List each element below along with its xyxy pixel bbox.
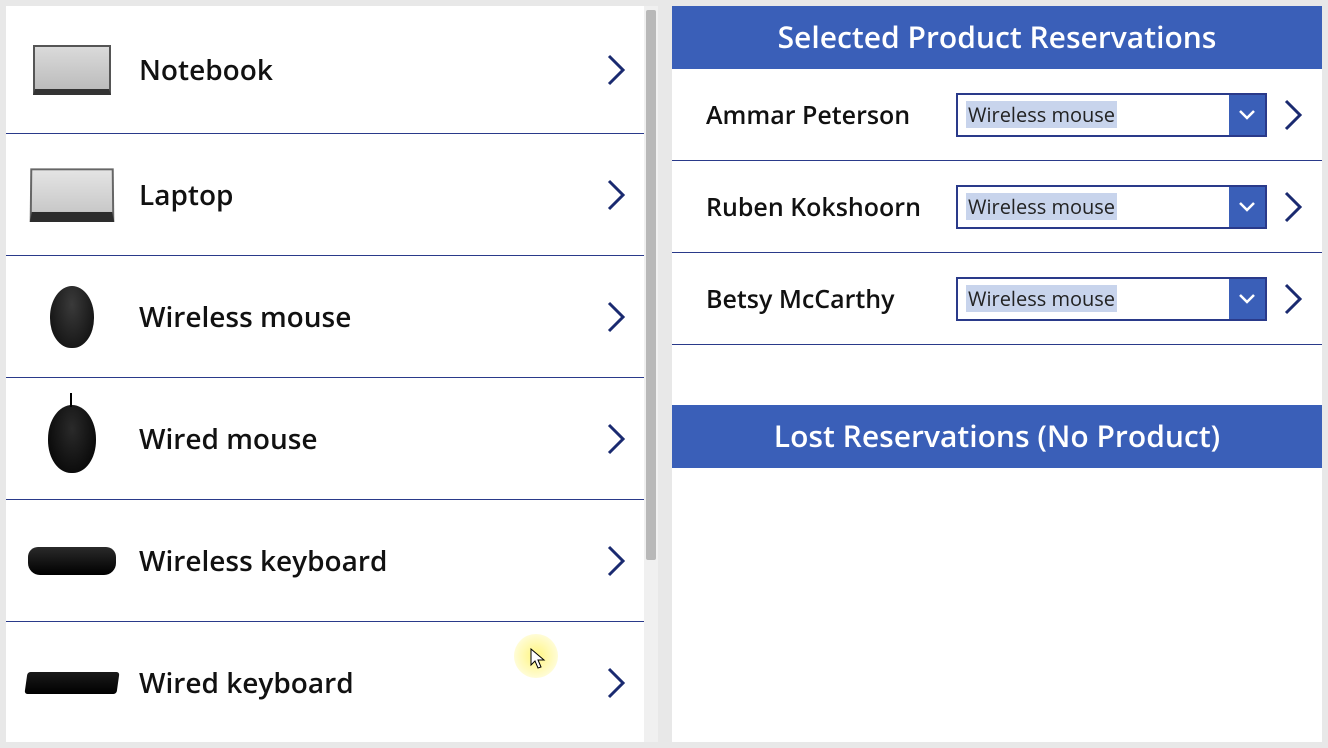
lost-reservations-header: Lost Reservations (No Product) [672,405,1322,468]
product-row[interactable]: Wireless mouse [6,256,644,378]
product-name: Wireless mouse [119,298,596,336]
chevron-right-icon [596,53,636,87]
product-row[interactable]: Wired keyboard [6,622,644,742]
product-name: Wired keyboard [119,664,596,702]
chevron-right-icon [596,300,636,334]
product-row[interactable]: Notebook [6,6,644,134]
product-thumbnail [24,155,119,235]
product-thumbnail [24,643,119,723]
reservations-pane: Selected Product Reservations Ammar Pete… [672,6,1322,742]
product-row[interactable]: Wireless keyboard [6,500,644,622]
product-name: Wired mouse [119,420,596,458]
chevron-right-icon[interactable] [1273,98,1312,132]
chevron-right-icon [596,422,636,456]
section-gap [672,345,1322,405]
product-dropdown[interactable]: Wireless mouse [956,185,1267,229]
app-root: Notebook Laptop Wireless mouse Wired mou… [0,0,1328,748]
chevron-down-icon [1238,109,1256,121]
dropdown-selected-value: Wireless mouse [958,285,1229,312]
chevron-right-icon[interactable] [1273,190,1312,224]
dropdown-toggle-button[interactable] [1229,279,1265,319]
selected-reservations-header: Selected Product Reservations [672,6,1322,69]
dropdown-toggle-button[interactable] [1229,95,1265,135]
chevron-right-icon [596,178,636,212]
product-row[interactable]: Wired mouse [6,378,644,500]
product-thumbnail [24,521,119,601]
product-list-pane: Notebook Laptop Wireless mouse Wired mou… [6,6,644,742]
product-dropdown[interactable]: Wireless mouse [956,93,1267,137]
chevron-down-icon [1238,201,1256,213]
product-name: Laptop [119,176,596,214]
reservation-person: Ruben Kokshoorn [706,190,956,224]
dropdown-toggle-button[interactable] [1229,187,1265,227]
product-name: Wireless keyboard [119,542,596,580]
product-dropdown[interactable]: Wireless mouse [956,277,1267,321]
product-row[interactable]: Laptop [6,134,644,256]
reservation-row: Betsy McCarthy Wireless mouse [672,253,1322,345]
product-thumbnail [24,399,119,479]
scrollbar-thumb[interactable] [646,10,656,560]
chevron-right-icon[interactable] [1273,282,1312,316]
reservation-person: Betsy McCarthy [706,282,956,316]
chevron-right-icon [596,666,636,700]
left-scrollbar[interactable] [644,6,658,742]
chevron-right-icon [596,544,636,578]
dropdown-selected-value: Wireless mouse [958,101,1229,128]
chevron-down-icon [1238,293,1256,305]
product-name: Notebook [119,51,596,89]
dropdown-selected-value: Wireless mouse [958,193,1229,220]
product-thumbnail [24,30,119,110]
reservation-person: Ammar Peterson [706,98,956,132]
reservation-row: Ammar Peterson Wireless mouse [672,69,1322,161]
product-thumbnail [24,277,119,357]
reservation-row: Ruben Kokshoorn Wireless mouse [672,161,1322,253]
